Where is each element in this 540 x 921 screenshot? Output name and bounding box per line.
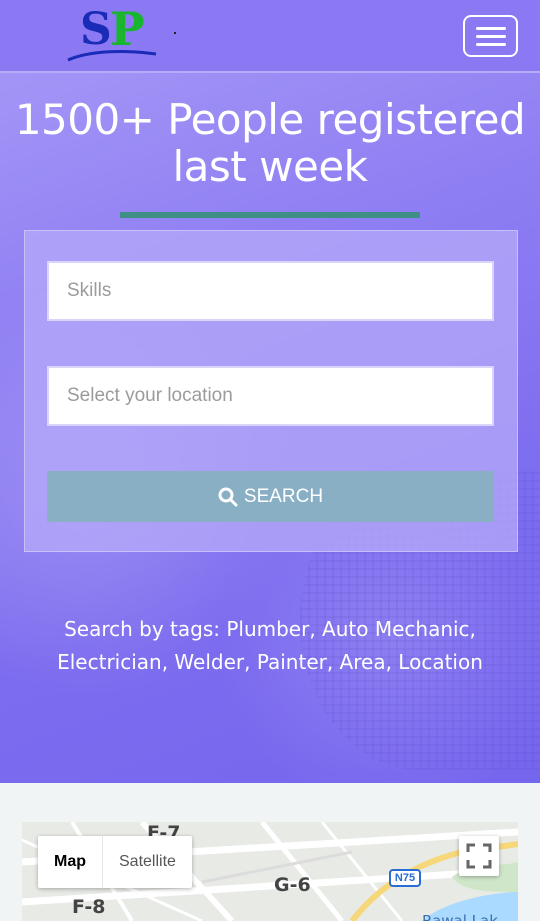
search-tags: Search by tags: Plumber, Auto Mechanic, … [20,613,520,679]
logo-dot [174,32,176,34]
menu-toggle-button[interactable] [463,15,518,57]
map-label-f8: F-8 [72,896,106,918]
logo-swoosh-icon [67,50,157,62]
headline-underline [120,212,420,218]
location-input[interactable] [47,366,494,426]
map-type-satellite-button[interactable]: Satellite [102,836,192,888]
map-section: F-7 G-6 F-8 N75 Rawal Lak Map Satellite [0,783,540,921]
search-button[interactable]: SEARCH [47,471,494,522]
navbar: S P [0,0,540,73]
map-label-lake: Rawal Lak [422,912,498,921]
tags-line-2: Electrician, Welder, Painter, Area, Loca… [57,650,483,674]
map-type-control: Map Satellite [38,836,192,888]
hero-headline: 1500+ People registered last week [0,96,540,190]
map-view[interactable]: F-7 G-6 F-8 N75 Rawal Lak Map Satellite [22,822,518,921]
hero-section: S P 1500+ People registered last week SE… [0,0,540,783]
fullscreen-button[interactable] [459,836,499,876]
headline-line-1: 1500+ People registered [14,95,526,144]
fullscreen-icon [466,843,492,869]
headline-line-2: last week [172,142,368,191]
menu-icon-bar [476,27,506,30]
menu-icon-bar [476,35,506,38]
map-label-g6: G-6 [274,874,311,896]
search-button-label: SEARCH [243,485,324,507]
tags-line-1: Search by tags: Plumber, Auto Mechanic, [64,617,476,641]
highway-shield: N75 [389,869,421,887]
logo-letter-s: S [80,4,112,55]
site-logo[interactable]: S P [66,2,176,64]
map-type-map-button[interactable]: Map [38,836,102,888]
search-icon [218,487,238,506]
skills-input[interactable] [47,261,494,321]
menu-icon-bar [476,43,506,46]
logo-letter-p: P [110,2,145,56]
search-form: SEARCH [24,230,518,552]
